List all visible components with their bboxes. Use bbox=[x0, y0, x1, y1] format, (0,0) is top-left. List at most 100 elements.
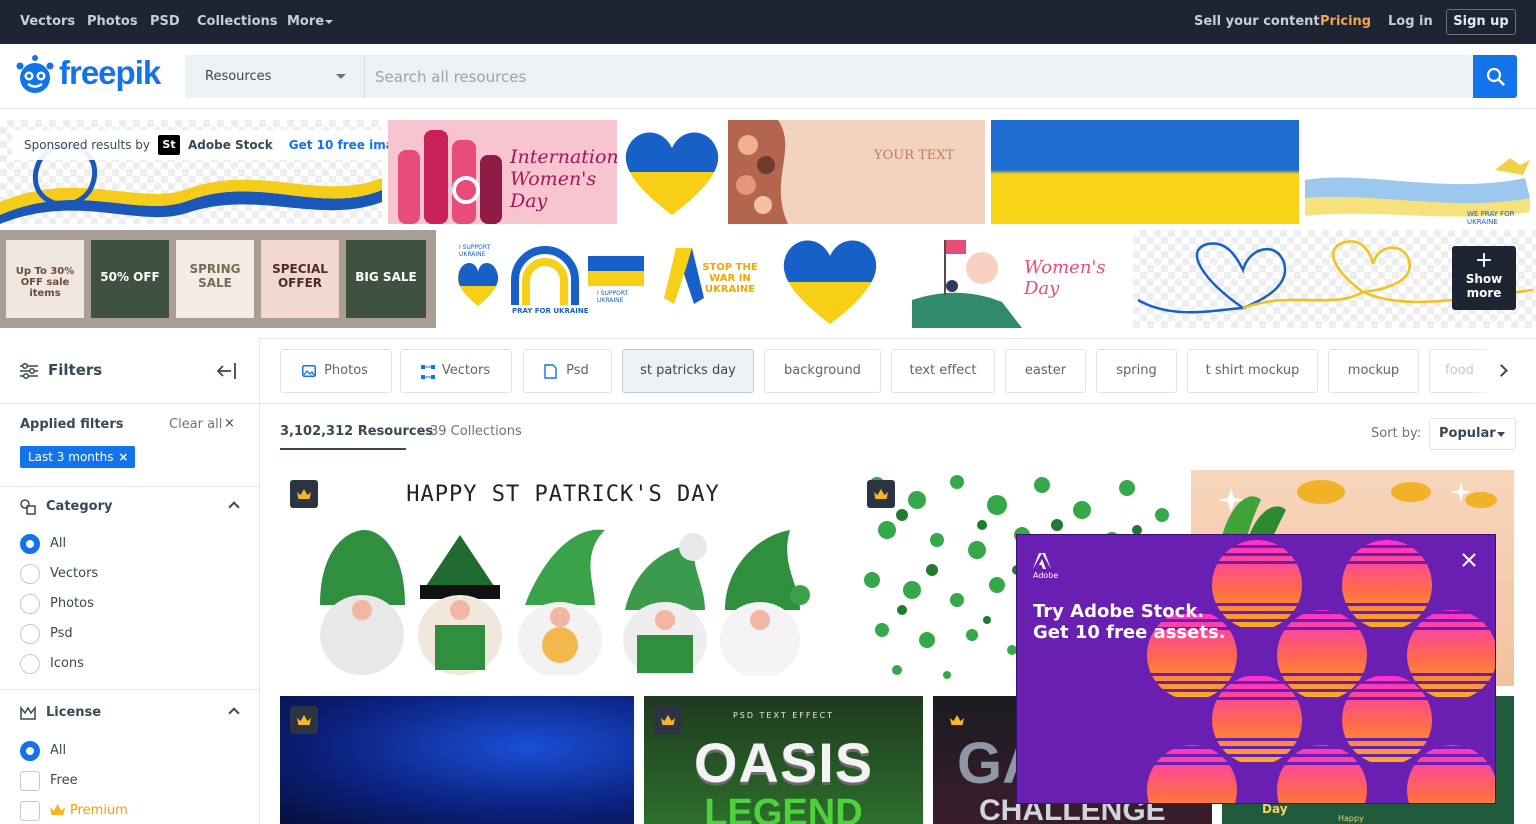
filters-header: Filters bbox=[0, 338, 259, 404]
collapse-sidebar-icon[interactable] bbox=[217, 363, 237, 379]
crown-icon bbox=[297, 715, 311, 725]
freepik-logo[interactable]: freepik bbox=[59, 54, 161, 92]
applied-filters-title: Applied filters bbox=[20, 417, 124, 432]
tag-vectors-label: Vectors bbox=[441, 363, 491, 378]
tag-t-shirt-mockup[interactable]: t shirt mockup bbox=[1187, 349, 1318, 393]
ad-line2: Get 10 free assets. bbox=[1033, 622, 1226, 643]
sunset-pattern bbox=[1017, 540, 1495, 803]
tag-background[interactable]: background bbox=[764, 349, 881, 393]
sponsored-image-pray-ukraine[interactable]: WE PRAY FOR UKRAINE bbox=[1305, 120, 1536, 224]
clear-all-button[interactable]: Clear all bbox=[169, 417, 222, 432]
close-icon[interactable]: × bbox=[118, 446, 128, 468]
signup-button[interactable]: Sign up bbox=[1446, 9, 1516, 35]
adobe-stock-ad[interactable]: Adobe Try Adobe Stock. Get 10 free asset… bbox=[1016, 534, 1496, 804]
resource-type-select[interactable]: Resources bbox=[185, 55, 365, 98]
freepik-logo-icon[interactable] bbox=[14, 53, 56, 95]
tag-photos-label: Photos bbox=[324, 363, 368, 378]
tag-mockup[interactable]: mockup bbox=[1328, 349, 1419, 393]
category-radio-icons[interactable] bbox=[20, 654, 40, 674]
license-radio-all[interactable] bbox=[20, 741, 40, 761]
shapes-icon bbox=[20, 499, 36, 515]
category-radio-psd[interactable] bbox=[20, 624, 40, 644]
show-more-line1: Show bbox=[1465, 272, 1503, 286]
category-radio-all[interactable] bbox=[20, 534, 40, 554]
sale-card-4: SPECIAL OFFER bbox=[261, 240, 339, 318]
sponsored-image-women-faces[interactable]: YOUR TEXT bbox=[728, 120, 985, 224]
sort-select[interactable]: Popular bbox=[1429, 418, 1516, 450]
category-option-vectors: Vectors bbox=[50, 566, 99, 581]
license-check-free[interactable] bbox=[20, 771, 40, 791]
vector-icon bbox=[421, 365, 435, 379]
brush-graphic bbox=[1305, 158, 1530, 217]
sale-card-3: SPRING SALE bbox=[176, 240, 254, 318]
login-link[interactable]: Log in bbox=[1388, 0, 1433, 44]
legend-text: LEGEND bbox=[704, 792, 863, 824]
nav-collections[interactable]: Collections bbox=[197, 0, 278, 44]
sponsored-image-stop-war[interactable]: STOP THE WAR IN UKRAINE bbox=[656, 230, 772, 328]
sponsored-image-womens-day-fists[interactable]: International Women's Day bbox=[388, 120, 617, 224]
adobe-stock-logo-icon: St bbox=[158, 135, 180, 155]
faces-graphic bbox=[728, 120, 788, 224]
sponsored-image-ukraine-flag[interactable] bbox=[991, 120, 1299, 224]
category-radio-photos[interactable] bbox=[20, 594, 40, 614]
result-card-blue-background[interactable] bbox=[280, 696, 634, 824]
adobe-logo-icon bbox=[1033, 553, 1051, 569]
nav-more[interactable]: More bbox=[287, 0, 324, 44]
chevron-down-icon bbox=[336, 74, 346, 79]
license-check-premium[interactable] bbox=[20, 801, 40, 821]
header: freepik Resources bbox=[0, 44, 1536, 109]
sale-card-2: 50% OFF bbox=[91, 240, 169, 318]
close-icon[interactable]: × bbox=[224, 416, 235, 431]
sponsored-image-heart-2[interactable] bbox=[778, 230, 882, 328]
license-option-all: All bbox=[50, 743, 67, 758]
show-more-button[interactable]: + Show more bbox=[1452, 246, 1516, 310]
category-option-photos: Photos bbox=[50, 596, 94, 611]
pricing-link[interactable]: Pricing bbox=[1320, 0, 1371, 44]
results-count-tab[interactable]: 3,102,312 Resources bbox=[280, 424, 433, 439]
applied-filter-chip[interactable]: Last 3 months × bbox=[20, 446, 136, 468]
chevron-up-icon[interactable] bbox=[228, 501, 240, 513]
tag-spring[interactable]: spring bbox=[1096, 349, 1177, 393]
tag-photos[interactable]: Photos bbox=[280, 349, 392, 393]
search-input[interactable] bbox=[365, 55, 1473, 98]
nav-photos[interactable]: Photos bbox=[87, 0, 138, 44]
chevron-up-icon[interactable] bbox=[228, 707, 240, 719]
tag-psd[interactable]: Psd bbox=[523, 349, 612, 393]
sponsored-image-spring-sale-posts[interactable]: Up To 30% OFF sale items 50% OFF SPRING … bbox=[0, 230, 436, 328]
show-more-line2: more bbox=[1466, 286, 1502, 300]
result-card-gnomes[interactable]: HAPPY ST PATRICK'S DAY bbox=[280, 470, 846, 686]
tag-vectors[interactable]: Vectors bbox=[400, 349, 512, 393]
badge-text-2: PRAY FOR UKRAINE bbox=[512, 307, 589, 315]
sale-card-1: Up To 30% OFF sale items bbox=[6, 240, 84, 318]
sponsored-image-ukraine-badges[interactable]: I SUPPORT UKRAINE PRAY FOR UKRAINE I SUP… bbox=[442, 230, 652, 328]
result-card-oasis-text-effect[interactable]: PSD TEXT EFFECT OASIS LEGEND bbox=[644, 696, 923, 824]
photo-icon bbox=[302, 365, 316, 377]
category-option-all: All bbox=[50, 536, 67, 551]
nav-psd[interactable]: PSD bbox=[150, 0, 180, 44]
sell-content-link[interactable]: Sell your content bbox=[1194, 0, 1320, 44]
sponsored-image-womens-day-flag[interactable]: Women's Day bbox=[912, 230, 1128, 328]
search-button[interactable] bbox=[1473, 55, 1517, 98]
womens-day-text-2: Women's Day bbox=[1024, 257, 1106, 299]
divider bbox=[260, 403, 1536, 404]
sponsored-image-heart[interactable] bbox=[622, 120, 722, 224]
tag-st-patricks-day[interactable]: st patricks day bbox=[622, 349, 754, 393]
close-icon[interactable] bbox=[1462, 553, 1476, 567]
collections-tab[interactable]: 39 Collections bbox=[430, 424, 522, 439]
search-icon bbox=[1486, 67, 1505, 86]
top-nav-bar: Vectors Photos PSD Collections More Sell… bbox=[0, 0, 1536, 44]
sort-value: Popular bbox=[1439, 426, 1496, 441]
applied-filters: Applied filters Clear all × Last 3 month… bbox=[0, 404, 259, 487]
tag-text-effect[interactable]: text effect bbox=[891, 349, 995, 393]
sliders-icon bbox=[20, 363, 38, 379]
nav-vectors[interactable]: Vectors bbox=[20, 0, 75, 44]
gnomes-graphic bbox=[320, 529, 810, 675]
tag-easter[interactable]: easter bbox=[1005, 349, 1086, 393]
ad-headline: Try Adobe Stock. Get 10 free assets. bbox=[1033, 601, 1226, 643]
sponsored-label: Sponsored results by St Adobe Stock Get … bbox=[12, 130, 430, 160]
resource-type-value: Resources bbox=[205, 69, 272, 84]
tag-psd-label: Psd bbox=[566, 363, 589, 378]
chevron-down-icon bbox=[1497, 432, 1505, 437]
womens-day-text: International Women's Day bbox=[510, 146, 617, 212]
category-radio-vectors[interactable] bbox=[20, 564, 40, 584]
